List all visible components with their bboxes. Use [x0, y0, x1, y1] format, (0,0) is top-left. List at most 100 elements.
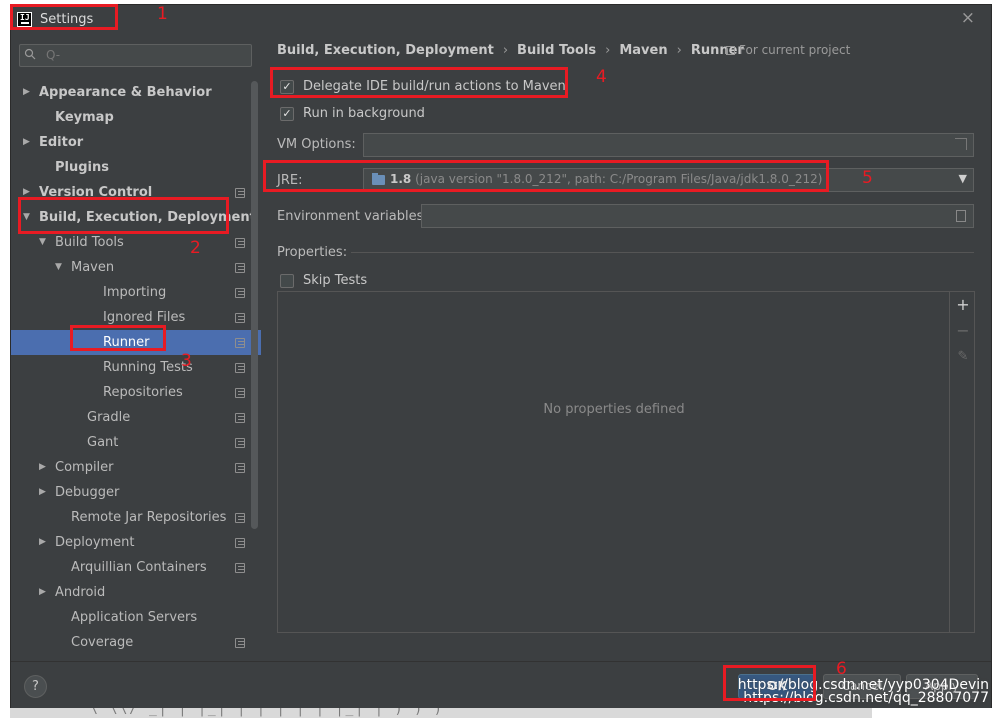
- skip-tests-label: Skip Tests: [303, 273, 368, 288]
- expanded-arrow-icon[interactable]: ▼: [55, 255, 62, 280]
- collapsed-arrow-icon[interactable]: ▶: [23, 130, 30, 155]
- tree-item-arquillian-containers[interactable]: Arquillian Containers: [11, 555, 261, 580]
- tree-item-application-servers[interactable]: Application Servers: [11, 605, 261, 630]
- add-property-icon[interactable]: +: [955, 296, 971, 314]
- tree-item-label: Application Servers: [71, 610, 198, 625]
- annotation-box: [10, 4, 118, 30]
- annotation-box: [270, 67, 568, 98]
- project-scope-icon: [235, 363, 245, 373]
- tree-item-repositories[interactable]: Repositories: [11, 380, 261, 405]
- empty-properties-text: No properties defined: [543, 402, 685, 417]
- remove-property-icon[interactable]: −: [955, 322, 971, 340]
- tree-item-coverage[interactable]: Coverage: [11, 630, 261, 655]
- tree-item-plugins[interactable]: Plugins: [11, 155, 261, 180]
- settings-tree: ▶ Appearance & Behavior Keymap ▶ Editor Plugi…: [11, 80, 261, 690]
- project-scope-icon: [235, 638, 245, 648]
- scope-label: For current project: [739, 43, 851, 57]
- runner-settings-pane: Build, Execution, Deployment › Build Tools…: [262, 33, 991, 661]
- annotation-number: 2: [190, 238, 201, 258]
- tree-item-label: Appearance & Behavior: [39, 85, 212, 100]
- properties-table: No properties defined + − ✎: [277, 291, 975, 633]
- tree-item-running-tests[interactable]: Running Tests: [11, 355, 261, 380]
- project-scope-icon: [235, 238, 245, 248]
- tree-item-label: Arquillian Containers: [71, 560, 207, 575]
- properties-list[interactable]: No properties defined: [278, 292, 950, 632]
- properties-label: Properties:: [277, 245, 348, 260]
- chevron-down-icon[interactable]: ▼: [959, 172, 967, 185]
- collapsed-arrow-icon[interactable]: ▶: [39, 455, 46, 480]
- project-scope-icon: [235, 413, 245, 423]
- collapsed-arrow-icon[interactable]: ▶: [39, 580, 46, 605]
- tree-item-debugger[interactable]: ▶ Debugger: [11, 480, 261, 505]
- collapsed-arrow-icon[interactable]: ▶: [39, 480, 46, 505]
- tree-item-label: Keymap: [55, 110, 114, 125]
- tree-item-gradle[interactable]: Gradle: [11, 405, 261, 430]
- annotation-box: [18, 197, 229, 234]
- annotation-number: 1: [157, 4, 168, 24]
- tree-item-label: Coverage: [71, 635, 134, 650]
- environment-variables-field[interactable]: [421, 204, 974, 228]
- annotation-box: [723, 665, 816, 701]
- annotation-number: 3: [181, 351, 192, 371]
- tree-item-label: Compiler: [55, 460, 114, 475]
- annotation-box: [70, 325, 166, 351]
- tree-item-label: Deployment: [55, 535, 135, 550]
- collapsed-arrow-icon[interactable]: ▶: [39, 530, 46, 555]
- help-button[interactable]: ?: [24, 675, 47, 698]
- annotation-number: 5: [862, 168, 873, 188]
- settings-search-box[interactable]: [19, 44, 252, 67]
- project-scope-icon: [235, 313, 245, 323]
- search-icon: [24, 48, 36, 60]
- project-scope-icon: [235, 388, 245, 398]
- browse-env-icon[interactable]: [956, 210, 966, 222]
- environment-variables-label: Environment variables:: [277, 209, 428, 224]
- tree-item-label: Gant: [87, 435, 119, 450]
- breadcrumb-separator: ›: [605, 43, 611, 58]
- tree-item-importing[interactable]: Importing: [11, 280, 261, 305]
- tree-item-editor[interactable]: ▶ Editor: [11, 130, 261, 155]
- tree-item-appearance-behavior[interactable]: ▶ Appearance & Behavior: [11, 80, 261, 105]
- project-scope-icon: [235, 538, 245, 548]
- project-scope-icon: [235, 463, 245, 473]
- breadcrumb-separator: ›: [502, 43, 509, 58]
- breadcrumb-separator: ›: [676, 43, 682, 58]
- tree-item-android[interactable]: ▶ Android: [11, 580, 261, 605]
- unchecked-box-icon[interactable]: [280, 274, 294, 288]
- settings-search-input[interactable]: [44, 47, 244, 63]
- tree-item-label: Repositories: [103, 385, 183, 400]
- tree-item-label: Editor: [39, 135, 84, 150]
- project-scope-icon: [726, 46, 735, 55]
- tree-item-maven[interactable]: ▼ Maven: [11, 255, 261, 280]
- settings-dialog: IJ Settings × ▶Appearance & BehaviorKeym…: [10, 4, 992, 708]
- tree-item-label: Android: [55, 585, 106, 600]
- collapsed-arrow-icon[interactable]: ▶: [23, 80, 30, 105]
- scope-indicator: For current project: [726, 43, 850, 57]
- tree-item-label: Remote Jar Repositories: [71, 510, 227, 525]
- tree-scrollbar[interactable]: [251, 81, 258, 529]
- edit-property-icon[interactable]: ✎: [955, 348, 971, 366]
- tree-item-keymap[interactable]: Keymap: [11, 105, 261, 130]
- vm-options-field[interactable]: [363, 133, 974, 157]
- project-scope-icon: [235, 513, 245, 523]
- expand-field-icon[interactable]: [955, 138, 967, 150]
- project-scope-icon: [235, 338, 245, 348]
- project-scope-icon: [235, 438, 245, 448]
- breadcrumb-item: Build Tools: [517, 43, 597, 58]
- checkmark-icon[interactable]: ✓: [280, 107, 294, 121]
- tree-item-deployment[interactable]: ▶ Deployment: [11, 530, 261, 555]
- tree-item-remote-jar-repositories[interactable]: Remote Jar Repositories: [11, 505, 261, 530]
- project-scope-icon: [235, 563, 245, 573]
- tree-item-label: Plugins: [55, 160, 109, 175]
- project-scope-icon: [235, 188, 245, 198]
- tree-item-label: Maven: [71, 260, 115, 275]
- annotation-box: [263, 160, 829, 192]
- run-in-background-label: Run in background: [303, 106, 425, 121]
- project-scope-icon: [235, 263, 245, 273]
- project-scope-icon: [235, 288, 245, 298]
- properties-divider: [351, 252, 974, 253]
- tree-item-compiler[interactable]: ▶ Compiler: [11, 455, 261, 480]
- tree-item-label: Importing: [103, 285, 167, 300]
- tree-item-gant[interactable]: Gant: [11, 430, 261, 455]
- breadcrumb: Build, Execution, Deployment › Build Tools…: [277, 43, 744, 63]
- close-icon[interactable]: ×: [961, 8, 975, 28]
